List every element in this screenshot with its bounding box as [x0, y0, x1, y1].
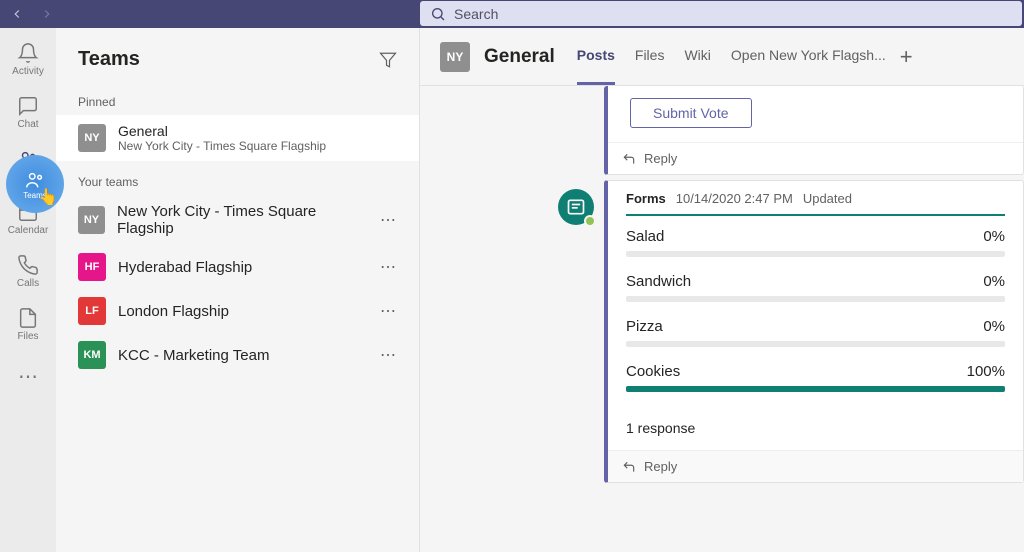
phone-icon [17, 254, 39, 276]
team-name: Hyderabad Flagship [118, 259, 252, 276]
submit-vote-button[interactable]: Submit Vote [630, 98, 752, 128]
team-name: New York City - Times Square Flagship [117, 203, 368, 237]
team-more-button[interactable]: ⋯ [380, 257, 397, 277]
poll-option: Pizza 0% [626, 318, 1005, 347]
search-box[interactable]: Search [420, 1, 1022, 26]
poll-option: Sandwich 0% [626, 273, 1005, 302]
poll-results: Salad 0% Sandwich 0% Pizza 0% Cookies 100% [626, 214, 1005, 414]
reply-label: Reply [644, 151, 677, 166]
team-name: KCC - Marketing Team [118, 347, 269, 364]
title-bar: Search [0, 0, 1024, 28]
message-timestamp: 10/14/2020 2:47 PM [676, 191, 793, 206]
channel-team-name: New York City - Times Square Flagship [118, 139, 326, 153]
channel-avatar: NY [440, 42, 470, 72]
team-row[interactable]: HF Hyderabad Flagship ⋯ [56, 245, 419, 289]
team-more-button[interactable]: ⋯ [380, 210, 397, 230]
reply-label: Reply [644, 459, 677, 474]
rail-more[interactable]: ⋯ [18, 364, 38, 389]
channel-panel: NY General Posts Files Wiki Open New Yor… [420, 28, 1024, 552]
teams-panel: Teams Pinned NY General New York City - … [56, 28, 420, 552]
poll-option-pct: 0% [983, 228, 1005, 245]
forms-app-icon [558, 189, 594, 225]
team-avatar: NY [78, 124, 106, 152]
channel-header: NY General Posts Files Wiki Open New Yor… [420, 28, 1024, 86]
tab-custom[interactable]: Open New York Flagsh... [731, 28, 886, 85]
team-row[interactable]: LF London Flagship ⋯ [56, 289, 419, 333]
team-avatar: KM [78, 341, 106, 369]
tab-files[interactable]: Files [635, 28, 665, 85]
channel-name: General [118, 123, 326, 139]
reply-icon [622, 460, 636, 474]
poll-option: Cookies 100% [626, 363, 1005, 392]
chat-icon [17, 95, 39, 117]
app-rail: Activity Chat Teams Calendar Calls Files… [0, 28, 56, 552]
conversation-area: Submit Vote Reply Forms 10/14/2020 2:47 … [420, 86, 1024, 552]
reply-icon [622, 152, 636, 166]
poll-response-count: 1 response [608, 414, 1023, 450]
filter-icon[interactable] [379, 51, 397, 69]
file-icon [17, 307, 39, 329]
cursor-highlight: Teams 👆 [6, 155, 64, 213]
poll-option-pct: 0% [983, 273, 1005, 290]
your-teams-label: Your teams [56, 161, 419, 195]
poll-option: Salad 0% [626, 228, 1005, 257]
poll-option-label: Cookies [626, 363, 680, 380]
team-avatar: LF [78, 297, 106, 325]
back-button[interactable] [6, 3, 28, 25]
poll-option-pct: 0% [983, 318, 1005, 335]
cursor-icon: 👆 [38, 187, 58, 207]
reply-input[interactable]: Reply [608, 450, 1023, 482]
team-more-button[interactable]: ⋯ [380, 345, 397, 365]
channel-tabs: Posts Files Wiki Open New York Flagsh... [577, 28, 886, 85]
rail-chat[interactable]: Chat [0, 95, 56, 130]
team-row[interactable]: NY New York City - Times Square Flagship… [56, 195, 419, 245]
tab-posts[interactable]: Posts [577, 28, 615, 85]
message-card: Submit Vote Reply [604, 86, 1024, 175]
bell-icon [17, 42, 39, 64]
poll-option-pct: 100% [967, 363, 1005, 380]
poll-option-label: Pizza [626, 318, 663, 335]
poll-option-label: Salad [626, 228, 664, 245]
presence-available-icon [584, 215, 596, 227]
search-icon [430, 6, 446, 22]
team-more-button[interactable]: ⋯ [380, 301, 397, 321]
teams-title: Teams [78, 48, 140, 71]
channel-title: General [484, 46, 555, 68]
tab-wiki[interactable]: Wiki [684, 28, 710, 85]
forward-button[interactable] [36, 3, 58, 25]
team-name: London Flagship [118, 303, 229, 320]
app-name[interactable]: Forms [626, 191, 666, 206]
team-avatar: NY [78, 206, 105, 234]
team-row[interactable]: KM KCC - Marketing Team ⋯ [56, 333, 419, 377]
team-avatar: HF [78, 253, 106, 281]
rail-activity[interactable]: Activity [0, 42, 56, 77]
pinned-label: Pinned [56, 81, 419, 115]
add-tab-button[interactable]: + [900, 44, 913, 70]
rail-calls[interactable]: Calls [0, 254, 56, 289]
forms-poll-card: Forms 10/14/2020 2:47 PM Updated Salad 0%… [604, 180, 1024, 483]
pinned-channel-general[interactable]: NY General New York City - Times Square … [56, 115, 419, 161]
rail-files[interactable]: Files [0, 307, 56, 342]
message-status: Updated [803, 191, 852, 206]
search-placeholder: Search [454, 6, 498, 22]
poll-option-label: Sandwich [626, 273, 691, 290]
reply-input[interactable]: Reply [608, 142, 1023, 174]
